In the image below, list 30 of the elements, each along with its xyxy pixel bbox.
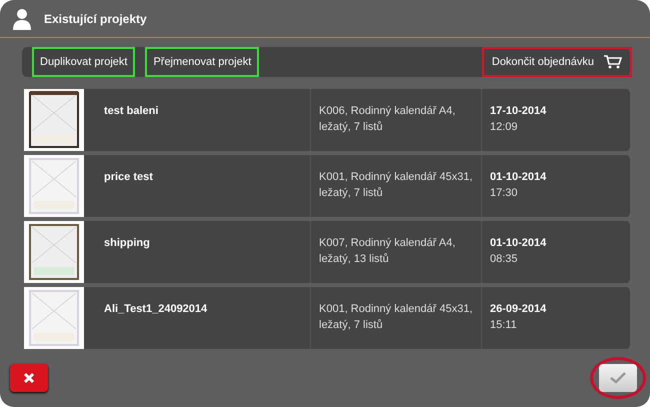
- project-description: K001, Rodinný kalendář 45x31, ležatý, 7 listů: [310, 155, 481, 217]
- project-name: Ali_Test1_24092014: [103, 302, 208, 317]
- close-icon: [23, 372, 35, 384]
- finish-order-button[interactable]: Dokončit objednávku: [482, 47, 632, 77]
- project-date: 01-10-2014: [490, 236, 548, 251]
- close-button[interactable]: [10, 364, 48, 392]
- project-time: 15:11: [490, 318, 518, 333]
- project-row[interactable]: price test K001, Rodinný kalendář 45x31, ležatý, 7 listů 01-10-2014 17:30: [24, 155, 630, 217]
- project-row[interactable]: test baleni K006, Rodinný kalendář A4, ležatý, 7 listů 17-10-2014 12:09: [24, 89, 630, 151]
- project-description: K006, Rodinný kalendář A4, ležatý, 7 listů: [310, 89, 481, 151]
- project-date: 26-09-2014: [490, 302, 548, 317]
- project-row[interactable]: Ali_Test1_24092014 K001, Rodinný kalendář 45x31, ležatý, 7 listů 26-09-2014 15:11: [24, 287, 630, 349]
- project-description: K001, Rodinný kalendář 45x31, ležatý, 7 listů: [310, 287, 481, 349]
- project-time: 12:09: [490, 120, 519, 135]
- project-name: shipping: [103, 236, 151, 251]
- confirm-button[interactable]: [599, 364, 637, 392]
- project-description: K007, Rodinný kalendář A4, ležatý, 13 listů: [310, 221, 481, 283]
- project-time: 17:30: [490, 186, 519, 201]
- project-row[interactable]: shipping K007, Rodinný kalendář A4, ležatý, 13 listů 01-10-2014 08:35: [24, 221, 630, 283]
- check-icon: [610, 372, 626, 384]
- toolbar-button[interactable]: Přejmenovat projekt: [145, 47, 260, 77]
- toolbar-button[interactable]: Duplikovat projekt: [32, 47, 136, 77]
- project-name: test baleni: [103, 104, 160, 119]
- cart-icon: [604, 55, 622, 69]
- project-time: 08:35: [490, 252, 519, 267]
- window-title: Existující projekty: [44, 12, 147, 26]
- project-date: 01-10-2014: [490, 170, 548, 185]
- user-icon: [12, 8, 32, 30]
- project-date: 17-10-2014: [490, 104, 548, 119]
- project-name: price test: [103, 170, 154, 185]
